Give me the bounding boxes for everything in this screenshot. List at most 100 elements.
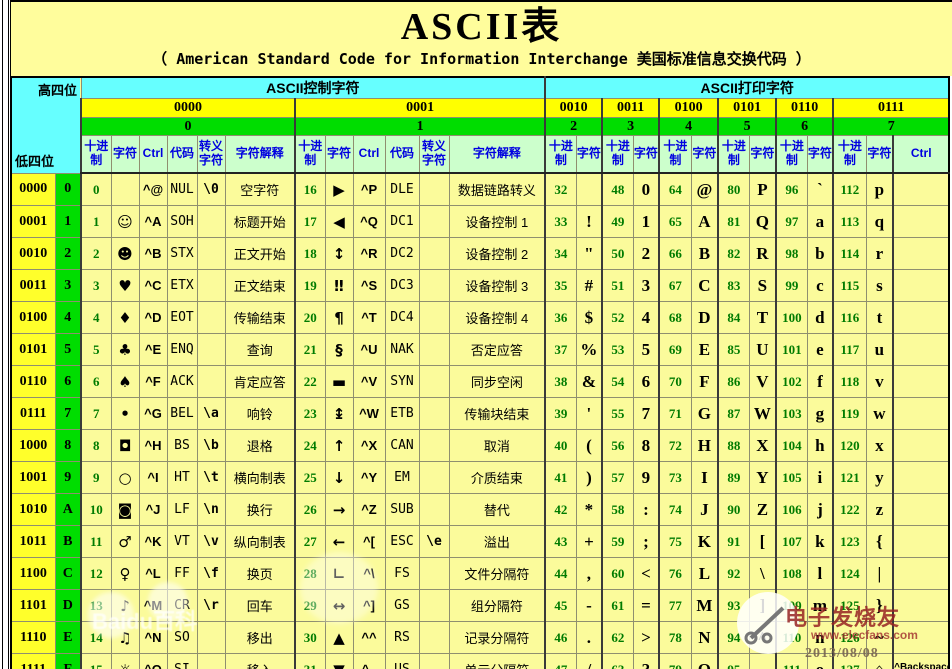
- cell-binary: 1011: [11, 526, 55, 558]
- cell-escape: \a: [197, 398, 225, 430]
- cell-char: t: [866, 302, 893, 334]
- cell-code: VT: [167, 526, 197, 558]
- cell-decimal: 123: [833, 526, 866, 558]
- cell-escape: [197, 206, 225, 238]
- cell-ctrl: ^V: [353, 366, 385, 398]
- cell-char: !: [576, 206, 602, 238]
- cell-decimal: 113: [833, 206, 866, 238]
- cell-char: →: [325, 494, 353, 526]
- col-header-code: 代码: [167, 136, 197, 174]
- cell-char: 2: [633, 238, 659, 270]
- cell-char: d: [807, 302, 833, 334]
- hex-group-1: 1: [295, 118, 545, 136]
- cell-char: R: [749, 238, 776, 270]
- cell-decimal: 55: [602, 398, 633, 430]
- cell-char: L: [691, 558, 718, 590]
- cell-hex: A: [55, 494, 81, 526]
- cell-ctrl-note: [893, 462, 949, 494]
- cell-explanation: 纵向制表: [225, 526, 295, 558]
- cell-decimal: 87: [718, 398, 749, 430]
- cell-code: ETX: [167, 270, 197, 302]
- cell-char: T: [749, 302, 776, 334]
- cell-char: ▬: [325, 366, 353, 398]
- cell-binary: 0001: [11, 206, 55, 238]
- cell-hex: 1: [55, 206, 81, 238]
- title-block: ASCII表 （ American Standard Code for Info…: [10, 2, 952, 76]
- print-section-header: ASCII打印字符: [545, 77, 949, 99]
- cell-char: j: [807, 494, 833, 526]
- cell-code: SYN: [385, 366, 419, 398]
- col-header-decimal: 十进制: [718, 136, 749, 174]
- cell-char: <: [633, 558, 659, 590]
- col-header-decimal: 十进制: [81, 136, 111, 174]
- cell-hex: 7: [55, 398, 81, 430]
- bin-group-0001: 0001: [295, 99, 545, 118]
- cell-decimal: 101: [776, 334, 807, 366]
- cell-decimal: 13: [81, 590, 111, 622]
- cell-decimal: 95: [718, 654, 749, 669]
- cell-hex: 4: [55, 302, 81, 334]
- cell-char: #: [576, 270, 602, 302]
- cell-decimal: 99: [776, 270, 807, 302]
- col-header-char: 字符: [866, 136, 893, 174]
- cell-char: A: [691, 206, 718, 238]
- cell-decimal: 122: [833, 494, 866, 526]
- cell-decimal: 111: [776, 654, 807, 669]
- cell-explanation: 设备控制 2: [449, 238, 545, 270]
- cell-explanation: 移出: [225, 622, 295, 654]
- cell-decimal: 110: [776, 622, 807, 654]
- cell-decimal: 90: [718, 494, 749, 526]
- table-row: 1011B11♂^KVT\v纵向制表27←^[ESC\e溢出43+59;75K9…: [11, 526, 949, 558]
- cell-code: LF: [167, 494, 197, 526]
- cell-explanation: 记录分隔符: [449, 622, 545, 654]
- cell-code: FF: [167, 558, 197, 590]
- cell-char: l: [807, 558, 833, 590]
- cell-decimal: 16: [295, 173, 325, 206]
- cell-char: ↑: [325, 430, 353, 462]
- cell-code: NAK: [385, 334, 419, 366]
- hex-group-6: 6: [776, 118, 833, 136]
- cell-char: F: [691, 366, 718, 398]
- cell-char: +: [576, 526, 602, 558]
- cell-escape: [419, 494, 449, 526]
- cell-char: ◙: [111, 494, 139, 526]
- cell-hex: 3: [55, 270, 81, 302]
- cell-explanation: 查询: [225, 334, 295, 366]
- cell-explanation: 取消: [449, 430, 545, 462]
- cell-decimal: 127: [833, 654, 866, 669]
- cell-code: ETB: [385, 398, 419, 430]
- cell-char: W: [749, 398, 776, 430]
- cell-explanation: 设备控制 1: [449, 206, 545, 238]
- cell-char: B: [691, 238, 718, 270]
- bin-group-0100: 0100: [659, 99, 718, 118]
- cell-code: DC2: [385, 238, 419, 270]
- cell-char: n: [807, 622, 833, 654]
- col-header-char: 字符: [325, 136, 353, 174]
- cell-escape: [419, 206, 449, 238]
- table-row: 001022☻^BSTX正文开始18↕^RDC2设备控制 234"50266B8…: [11, 238, 949, 270]
- cell-decimal: 30: [295, 622, 325, 654]
- cell-decimal: 105: [776, 462, 807, 494]
- hex-group-7: 7: [833, 118, 949, 136]
- cell-hex: D: [55, 590, 81, 622]
- cell-char: ": [576, 238, 602, 270]
- cell-decimal: 61: [602, 590, 633, 622]
- cell-char: 8: [633, 430, 659, 462]
- cell-escape: [419, 654, 449, 669]
- cell-explanation: 组分隔符: [449, 590, 545, 622]
- cell-ctrl: ^\: [353, 558, 385, 590]
- table-row: 100088◘^HBS\b退格24↑^XCAN取消40(56872H88X104…: [11, 430, 949, 462]
- cell-explanation: 移入: [225, 654, 295, 669]
- cell-decimal: 5: [81, 334, 111, 366]
- cell-decimal: 31: [295, 654, 325, 669]
- cell-decimal: 53: [602, 334, 633, 366]
- cell-char: y: [866, 462, 893, 494]
- cell-decimal: 21: [295, 334, 325, 366]
- cell-hex: C: [55, 558, 81, 590]
- cell-char: q: [866, 206, 893, 238]
- col-header-decimal: 十进制: [295, 136, 325, 174]
- cell-ctrl-note: ^Backspace DEL: [893, 654, 949, 669]
- cell-char: &: [576, 366, 602, 398]
- cell-decimal: 118: [833, 366, 866, 398]
- cell-char: ☺: [111, 206, 139, 238]
